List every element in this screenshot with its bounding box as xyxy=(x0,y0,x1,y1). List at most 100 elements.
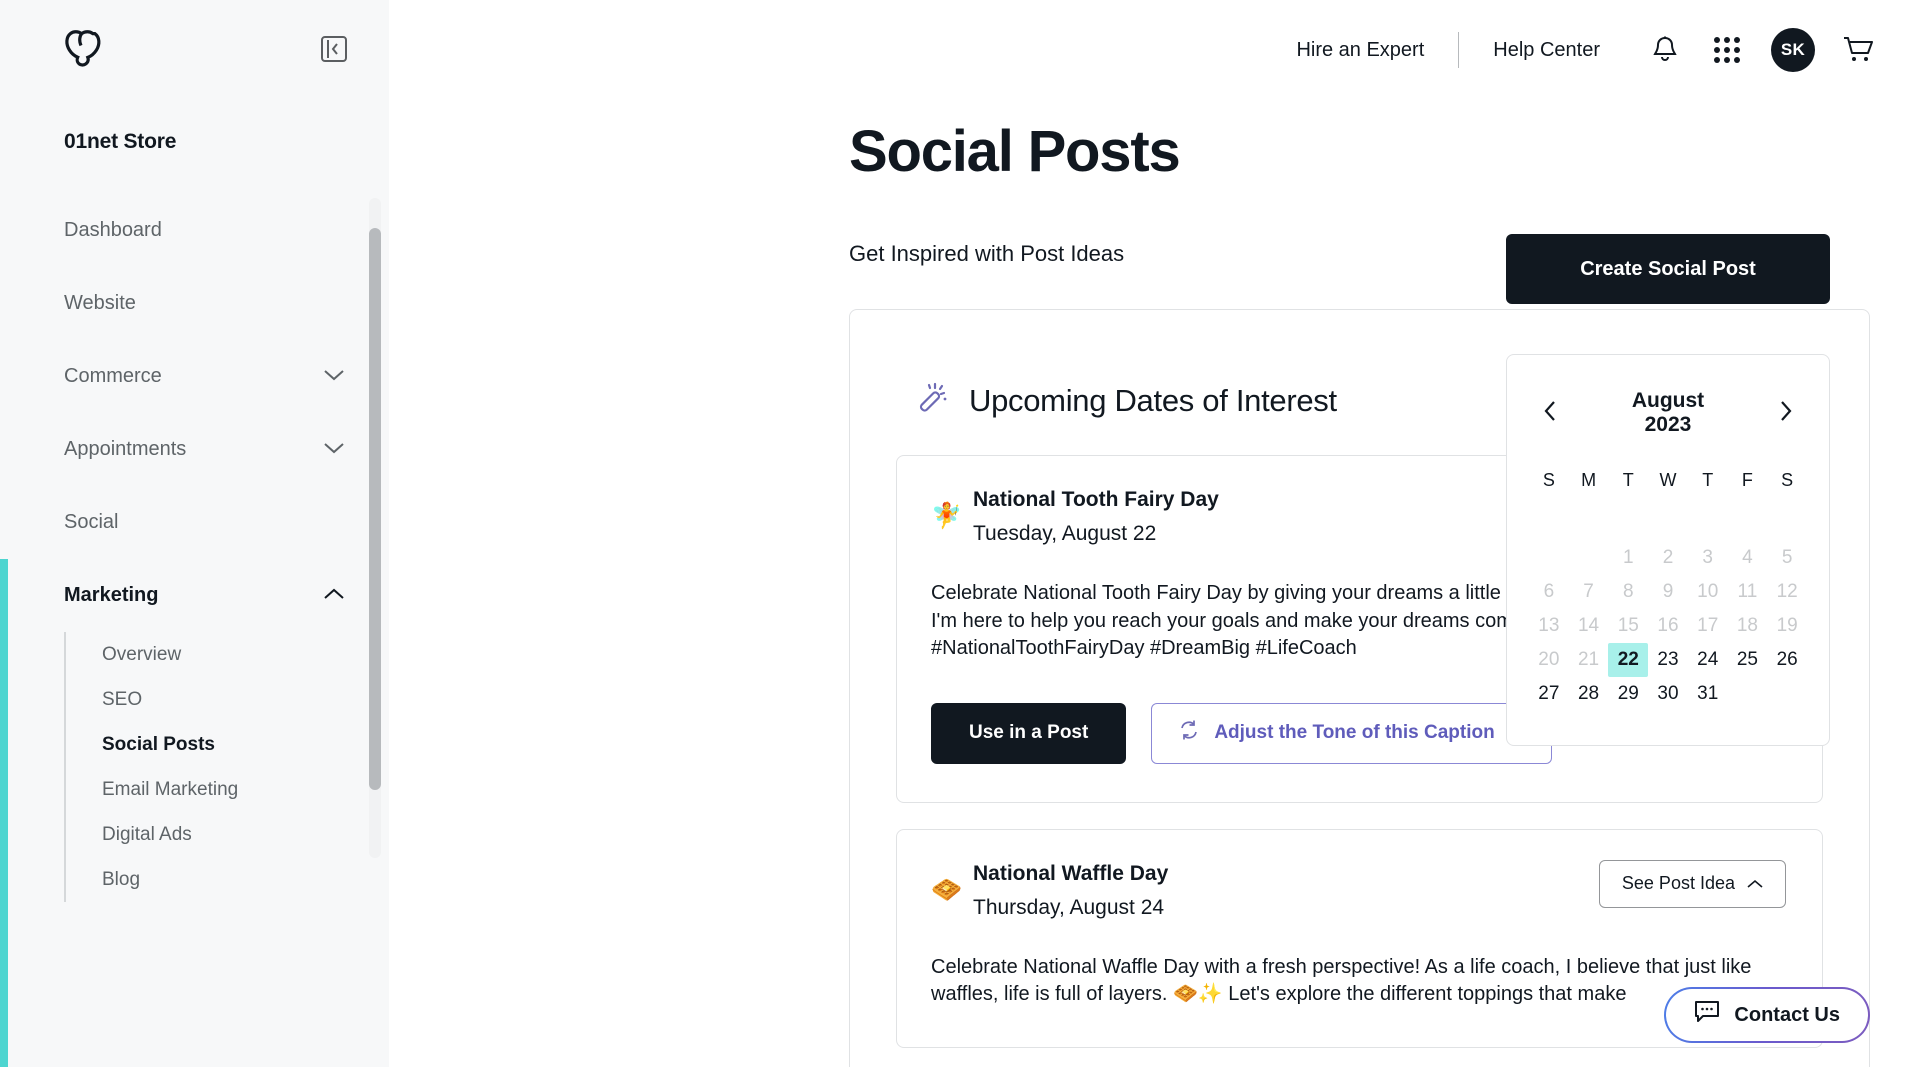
sidebar-item-digital-ads[interactable]: Digital Ads xyxy=(64,812,389,857)
calendar-day-28[interactable]: 28 xyxy=(1569,677,1609,711)
calendar-day-23[interactable]: 23 xyxy=(1648,643,1688,677)
sidebar-scrollbar-thumb[interactable] xyxy=(369,228,381,790)
hire-an-expert-link[interactable]: Hire an Expert xyxy=(1262,39,1458,62)
contact-us-button[interactable]: Contact Us xyxy=(1664,987,1870,1043)
sidebar-item-seo[interactable]: SEO xyxy=(64,677,389,722)
calendar-day-19: 19 xyxy=(1776,615,1798,637)
calendar-dow-row: SMTWTFS xyxy=(1529,470,1807,507)
calendar-dow-6: S xyxy=(1781,470,1794,491)
calendar-day-6: 6 xyxy=(1543,581,1555,603)
sidebar-item-marketing[interactable]: Marketing xyxy=(0,559,389,632)
calendar-day-24[interactable]: 24 xyxy=(1688,643,1728,677)
calendar-day-1: 1 xyxy=(1622,547,1634,569)
collapse-sidebar-icon[interactable] xyxy=(321,36,347,62)
calendar-day-5: 5 xyxy=(1781,547,1793,569)
sidebar-item-website[interactable]: Website xyxy=(0,267,389,340)
calendar-day-26[interactable]: 26 xyxy=(1767,643,1807,677)
calendar-dow-2: T xyxy=(1622,470,1634,491)
post-idea-date: Thursday, August 24 xyxy=(973,895,1165,919)
sidebar-item-appointments[interactable]: Appointments xyxy=(0,413,389,486)
calendar-dow-5: F xyxy=(1741,470,1753,491)
sidebar-subitem-label: Blog xyxy=(102,868,141,890)
calendar-day-11: 11 xyxy=(1737,581,1758,603)
calendar-year: 2023 xyxy=(1644,412,1692,436)
use-in-a-post-button[interactable]: Use in a Post xyxy=(931,702,1127,764)
calendar-day-8: 8 xyxy=(1622,581,1634,603)
section-heading: Upcoming Dates of Interest xyxy=(969,382,1337,418)
sidebar-subitem-label: SEO xyxy=(102,688,143,710)
refresh-cycle-icon xyxy=(1178,719,1200,747)
contact-us-label: Contact Us xyxy=(1734,1003,1840,1026)
chevron-down-icon xyxy=(323,438,345,461)
sidebar-item-email-marketing[interactable]: Email Marketing xyxy=(64,767,389,812)
adjust-tone-label: Adjust the Tone of this Caption xyxy=(1214,722,1495,744)
calendar-month: August xyxy=(1631,389,1705,412)
calendar-day-17: 17 xyxy=(1697,615,1719,637)
apps-grid-icon[interactable] xyxy=(1696,19,1758,81)
shopping-cart-icon[interactable] xyxy=(1828,19,1890,81)
calendar-day-2: 2 xyxy=(1662,547,1674,569)
calendar-month-year: August 2023 xyxy=(1632,389,1704,436)
sidebar-nav: Dashboard Website Commerce Appointments … xyxy=(0,154,389,1067)
calendar-next-month-icon[interactable] xyxy=(1769,395,1801,431)
sidebar-item-label: Social xyxy=(64,511,119,533)
post-idea-header: 🧇 National Waffle Day Thursday, August 2… xyxy=(931,859,1786,920)
adjust-tone-button[interactable]: Adjust the Tone of this Caption xyxy=(1151,702,1552,764)
calendar-day-14: 14 xyxy=(1577,615,1600,637)
calendar-blank-cell xyxy=(1529,541,1569,575)
see-post-idea-button[interactable]: See Post Idea xyxy=(1598,859,1786,908)
calendar-day-20: 20 xyxy=(1538,649,1560,671)
chevron-up-icon xyxy=(1747,873,1763,894)
calendar-day-21: 21 xyxy=(1577,649,1600,671)
sidebar-subitem-label: Overview xyxy=(102,643,182,665)
calendar-dow-3: W xyxy=(1659,470,1677,491)
calendar-prev-month-icon[interactable] xyxy=(1535,395,1567,431)
calendar-day-16: 16 xyxy=(1657,615,1679,637)
godaddy-logo-icon[interactable] xyxy=(62,29,108,69)
avatar[interactable]: SK xyxy=(1771,28,1815,72)
marketing-subnav: Overview SEO Social Posts Email Marketin… xyxy=(0,632,389,902)
sidebar-item-label: Commerce xyxy=(64,365,162,387)
sidebar-item-label: Website xyxy=(64,292,136,314)
sidebar-item-dashboard[interactable]: Dashboard xyxy=(0,194,389,267)
waffle-emoji: 🧇 xyxy=(931,875,963,904)
calendar-days-grid: 1 2 3 4 5 6 7 8 9 10 11 12 13 14 15 16 17 18 19 20 21 22 23 24 2… xyxy=(1529,541,1807,711)
sidebar-item-overview[interactable]: Overview xyxy=(64,632,389,677)
store-name: 01net Store xyxy=(64,130,177,153)
create-social-post-button[interactable]: Create Social Post xyxy=(1506,234,1830,304)
main-area: Hire an Expert Help Center SK Social Pos… xyxy=(389,0,1920,1067)
sidebar-item-social-posts[interactable]: Social Posts xyxy=(64,722,389,767)
sidebar-item-blog[interactable]: Blog xyxy=(64,857,389,902)
sidebar-item-commerce[interactable]: Commerce xyxy=(0,340,389,413)
chat-bubble-icon xyxy=(1694,1000,1720,1030)
help-center-link[interactable]: Help Center xyxy=(1459,39,1634,62)
calendar-dow-1: M xyxy=(1581,470,1597,491)
calendar-blank-cell xyxy=(1569,541,1609,575)
chevron-up-icon xyxy=(323,584,345,607)
calendar-day-30[interactable]: 30 xyxy=(1648,677,1688,711)
calendar-day-7: 7 xyxy=(1583,581,1594,603)
calendar-day-15: 15 xyxy=(1617,615,1639,637)
sidebar-group-marketing: Marketing Overview SEO Social Posts Emai… xyxy=(0,559,389,1067)
calendar-day-31[interactable]: 31 xyxy=(1688,677,1728,711)
calendar-header: August 2023 xyxy=(1529,381,1807,436)
contact-us-inner: Contact Us xyxy=(1666,989,1868,1041)
notifications-bell-icon[interactable] xyxy=(1634,19,1696,81)
sidebar-item-label: Appointments xyxy=(64,438,187,460)
app-root: 01net Store Dashboard Website Commerce A… xyxy=(0,0,1920,1067)
post-idea-titles: National Waffle Day Thursday, August 24 xyxy=(973,860,1599,920)
post-idea-caption: Celebrate National Waffle Day with a fre… xyxy=(931,955,1752,1006)
calendar-day-25[interactable]: 25 xyxy=(1728,643,1768,677)
chevron-down-icon xyxy=(323,365,345,388)
calendar-day-29[interactable]: 29 xyxy=(1608,677,1648,711)
page-title: Social Posts xyxy=(849,119,1181,184)
calendar-day-9: 9 xyxy=(1662,581,1674,603)
calendar-day-22[interactable]: 22 xyxy=(1608,643,1649,678)
sidebar-item-label: Dashboard xyxy=(64,219,162,241)
sidebar-item-social[interactable]: Social xyxy=(0,486,389,559)
calendar-day-27[interactable]: 27 xyxy=(1529,677,1569,711)
sidebar-subitem-label: Social Posts xyxy=(102,733,215,755)
sidebar-item-label: Marketing xyxy=(64,584,159,606)
calendar-day-10: 10 xyxy=(1697,581,1719,603)
see-post-idea-label: See Post Idea xyxy=(1621,873,1735,894)
